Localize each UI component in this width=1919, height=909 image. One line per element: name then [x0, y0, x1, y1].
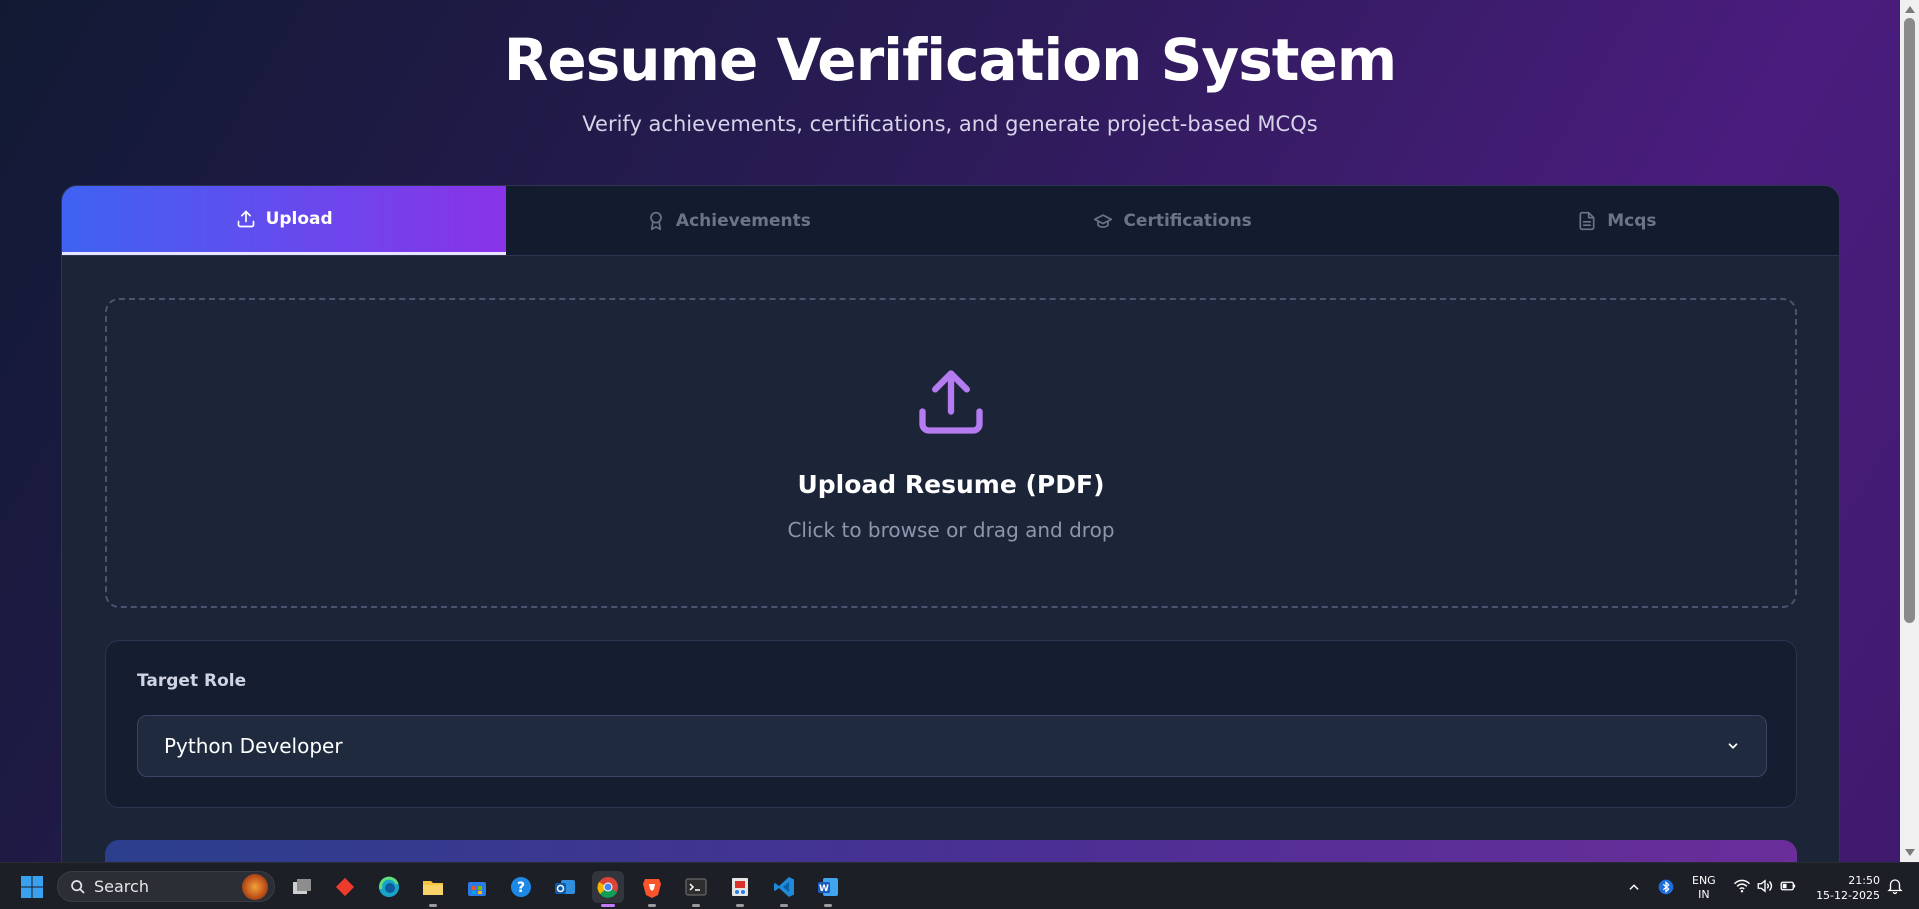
action-button-partial[interactable] — [105, 840, 1797, 862]
target-role-value: Python Developer — [164, 734, 343, 758]
file-explorer-icon[interactable] — [417, 871, 449, 907]
browser-viewport: Resume Verification System Verify achiev… — [0, 0, 1900, 862]
svg-text:?: ? — [517, 880, 525, 896]
scrollbar-thumb[interactable] — [1904, 18, 1915, 623]
language-line-1: ENG — [1692, 874, 1716, 887]
taskbar-clock[interactable]: 21:50 15-12-2025 — [1810, 873, 1880, 903]
tab-upload-label: Upload — [265, 209, 333, 229]
scroll-down-icon[interactable] — [1905, 849, 1915, 856]
brave-icon[interactable] — [636, 871, 668, 907]
tab-upload[interactable]: Upload — [62, 186, 507, 255]
svg-text:W: W — [819, 884, 829, 894]
language-indicator[interactable]: ENG IN — [1692, 874, 1716, 902]
page-subtitle: Verify achievements, certifications, and… — [582, 112, 1318, 136]
snipping-tool-icon[interactable] — [724, 871, 756, 907]
clock-time: 21:50 — [1848, 874, 1880, 887]
tab-certifications[interactable]: Certifications — [951, 186, 1395, 255]
target-role-panel: Target Role Python Developer — [105, 640, 1797, 808]
chrome-icon[interactable] — [592, 871, 624, 907]
tab-mcqs[interactable]: Mcqs — [1395, 186, 1839, 255]
tab-achievements[interactable]: Achievements — [506, 186, 950, 255]
graduation-cap-icon — [1094, 213, 1113, 228]
target-role-label: Target Role — [137, 671, 247, 691]
battery-icon[interactable] — [1779, 877, 1797, 895]
anydesk-icon[interactable] — [329, 871, 361, 903]
tab-mcqs-label: Mcqs — [1607, 210, 1657, 231]
main-card: Upload Achievements Certifications Mcqs — [61, 185, 1840, 862]
volume-icon[interactable] — [1756, 877, 1774, 895]
dropzone-hint: Click to browse or drag and drop — [787, 518, 1115, 542]
file-text-icon — [1579, 211, 1595, 230]
chevron-up-icon[interactable] — [1627, 880, 1641, 894]
award-icon — [650, 211, 662, 230]
tab-certifications-label: Certifications — [1123, 210, 1252, 231]
resume-dropzone[interactable]: Upload Resume (PDF) Click to browse or d… — [105, 298, 1797, 608]
vscode-icon[interactable] — [768, 871, 800, 907]
clock-date: 15-12-2025 — [1816, 889, 1880, 902]
edge-icon[interactable] — [373, 871, 405, 903]
microsoft-store-icon[interactable] — [461, 871, 493, 903]
notification-bell-icon[interactable] — [1886, 877, 1904, 895]
terminal-icon[interactable] — [680, 871, 712, 907]
chevron-down-icon — [1728, 743, 1738, 749]
bluetooth-icon[interactable] — [1658, 878, 1674, 896]
outlook-icon[interactable] — [549, 871, 581, 903]
target-role-select[interactable]: Python Developer — [137, 715, 1767, 777]
search-icon — [71, 879, 85, 894]
page-scrollbar[interactable] — [1900, 0, 1919, 862]
windows-start-icon[interactable] — [20, 875, 44, 899]
tab-bar: Upload Achievements Certifications Mcqs — [62, 186, 1839, 256]
page-title: Resume Verification System — [503, 26, 1397, 94]
tab-achievements-label: Achievements — [675, 210, 811, 231]
windows-taskbar: Search ? W ENG IN 21:50 15-12-2025 — [0, 862, 1919, 909]
wifi-icon[interactable] — [1733, 877, 1751, 895]
language-line-2: IN — [1698, 888, 1710, 901]
task-view-icon[interactable] — [286, 871, 318, 903]
taskbar-search[interactable]: Search — [57, 871, 275, 902]
scroll-up-icon[interactable] — [1905, 6, 1915, 13]
help-icon[interactable]: ? — [505, 871, 537, 903]
dropzone-title: Upload Resume (PDF) — [797, 470, 1105, 499]
upload-icon — [237, 210, 254, 228]
word-icon[interactable]: W — [812, 871, 844, 907]
taskbar-search-label: Search — [94, 877, 149, 896]
search-highlight-icon — [242, 873, 268, 900]
upload-icon — [919, 370, 983, 434]
